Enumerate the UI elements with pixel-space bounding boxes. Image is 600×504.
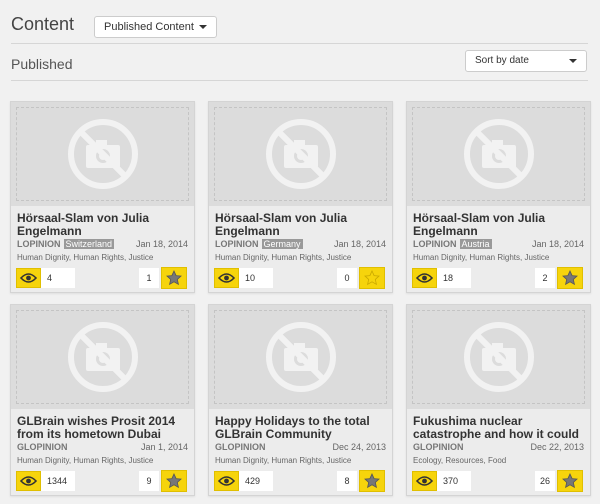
favorite-count: 0 xyxy=(337,268,357,288)
card-region-tag[interactable]: Switzerland xyxy=(63,239,115,249)
favorite-count: 1 xyxy=(139,268,159,288)
content-card[interactable]: Happy Holidays to the total GLBrain Comm… xyxy=(208,304,393,496)
chevron-down-icon xyxy=(569,59,577,63)
favorite-count: 2 xyxy=(535,268,555,288)
favorite-button[interactable] xyxy=(161,470,187,492)
card-author[interactable]: GLOPINION xyxy=(17,442,68,452)
view-count: 429 xyxy=(239,471,273,491)
card-author[interactable]: GLOPINION xyxy=(413,442,464,452)
content-filter-dropdown[interactable]: Published Content xyxy=(94,16,217,38)
favorite-button[interactable] xyxy=(161,267,187,289)
content-card[interactable]: Hörsaal-Slam von Julia Engelmann LOPINION… xyxy=(208,101,393,293)
card-topics: Human Dignity, Human Rights, Justice xyxy=(215,456,352,465)
favorite-count: 9 xyxy=(139,471,159,491)
card-title[interactable]: Hörsaal-Slam von Julia Engelmann xyxy=(413,212,585,238)
thumbnail-placeholder[interactable] xyxy=(407,305,590,409)
chevron-down-icon xyxy=(199,25,207,29)
card-topics: Ecology, Resources, Food xyxy=(413,456,507,465)
card-meta: LOPINION Switzerland Jan 18, 2014 xyxy=(17,239,189,249)
favorite-count: 26 xyxy=(535,471,555,491)
card-meta: LOPINION Germany Jan 18, 2014 xyxy=(215,239,387,249)
divider xyxy=(11,43,588,44)
card-title[interactable]: Hörsaal-Slam von Julia Engelmann xyxy=(17,212,189,238)
views-button[interactable] xyxy=(214,471,239,491)
card-author[interactable]: GLOPINION xyxy=(215,442,266,452)
content-card[interactable]: Hörsaal-Slam von Julia Engelmann LOPINION… xyxy=(10,101,195,293)
view-count: 370 xyxy=(437,471,471,491)
card-title[interactable]: GLBrain wishes Prosit 2014 from its home… xyxy=(17,415,189,441)
view-count: 18 xyxy=(437,268,471,288)
thumbnail-placeholder[interactable] xyxy=(11,102,194,206)
view-count: 10 xyxy=(239,268,273,288)
content-filter-label: Published Content xyxy=(104,21,194,33)
card-date: Jan 18, 2014 xyxy=(333,239,386,249)
card-meta: GLOPINION Jan 1, 2014 xyxy=(17,442,189,452)
favorite-button[interactable] xyxy=(557,267,583,289)
card-date: Jan 18, 2014 xyxy=(135,239,188,249)
card-author[interactable]: LOPINION xyxy=(413,239,457,249)
page-title: Content xyxy=(11,14,75,34)
thumbnail-placeholder[interactable] xyxy=(11,305,194,409)
thumbnail-placeholder[interactable] xyxy=(209,305,392,409)
sort-dropdown[interactable]: Sort by date xyxy=(465,50,587,72)
card-topics: Human Dignity, Human Rights, Justice xyxy=(17,456,154,465)
divider xyxy=(11,80,588,81)
views-button[interactable] xyxy=(214,268,239,288)
thumbnail-placeholder[interactable] xyxy=(407,102,590,206)
card-region-tag[interactable]: Austria xyxy=(459,239,492,249)
card-title[interactable]: Fukushima nuclear catastrophe and how it… xyxy=(413,415,585,441)
content-card[interactable]: GLBrain wishes Prosit 2014 from its home… xyxy=(10,304,195,496)
views-button[interactable] xyxy=(412,268,437,288)
card-topics: Human Dignity, Human Rights, Justice xyxy=(413,253,550,262)
card-region-tag[interactable]: Germany xyxy=(261,239,303,249)
view-count: 4 xyxy=(41,268,75,288)
favorite-button[interactable] xyxy=(359,267,385,289)
views-button[interactable] xyxy=(16,471,41,491)
card-date: Jan 1, 2014 xyxy=(140,442,188,452)
card-meta: GLOPINION Dec 22, 2013 xyxy=(413,442,585,452)
content-card[interactable]: Hörsaal-Slam von Julia Engelmann LOPINION… xyxy=(406,101,591,293)
card-meta: LOPINION Austria Jan 18, 2014 xyxy=(413,239,585,249)
view-count: 1344 xyxy=(41,471,75,491)
views-button[interactable] xyxy=(412,471,437,491)
views-button[interactable] xyxy=(16,268,41,288)
card-author[interactable]: LOPINION xyxy=(17,239,61,249)
thumbnail-placeholder[interactable] xyxy=(209,102,392,206)
card-date: Dec 22, 2013 xyxy=(530,442,584,452)
card-title[interactable]: Hörsaal-Slam von Julia Engelmann xyxy=(215,212,387,238)
sort-label: Sort by date xyxy=(475,55,529,66)
card-date: Jan 18, 2014 xyxy=(531,239,584,249)
content-card[interactable]: Fukushima nuclear catastrophe and how it… xyxy=(406,304,591,496)
card-topics: Human Dignity, Human Rights, Justice xyxy=(17,253,154,262)
card-date: Dec 24, 2013 xyxy=(332,442,386,452)
section-title: Published xyxy=(11,56,73,72)
favorite-count: 8 xyxy=(337,471,357,491)
card-author[interactable]: LOPINION xyxy=(215,239,259,249)
favorite-button[interactable] xyxy=(557,470,583,492)
card-meta: GLOPINION Dec 24, 2013 xyxy=(215,442,387,452)
favorite-button[interactable] xyxy=(359,470,385,492)
card-title[interactable]: Happy Holidays to the total GLBrain Comm… xyxy=(215,415,387,441)
card-topics: Human Dignity, Human Rights, Justice xyxy=(215,253,352,262)
